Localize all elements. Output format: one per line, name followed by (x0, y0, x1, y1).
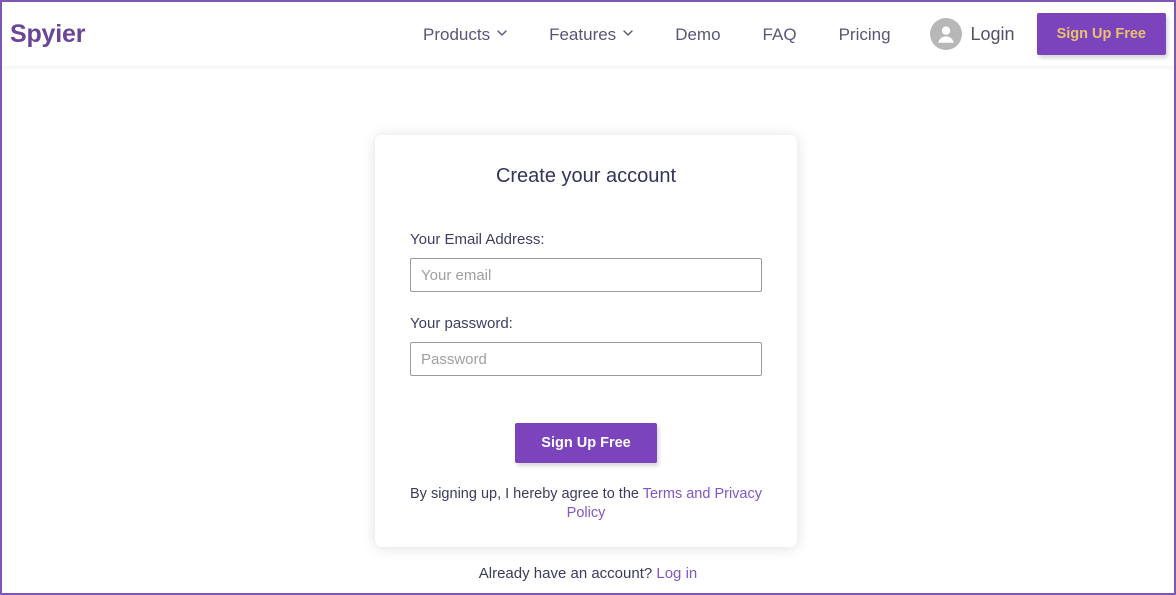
nav-item-features[interactable]: Features (528, 26, 654, 43)
email-field-group: Your Email Address: (410, 230, 762, 292)
chevron-down-icon (623, 28, 633, 38)
nav-item-pricing[interactable]: Pricing (818, 26, 912, 43)
chevron-down-icon (497, 28, 507, 38)
page-title: Create your account (495, 165, 677, 187)
existing-account-text: Already have an account? (478, 565, 657, 582)
nav-item-faq[interactable]: FAQ (742, 26, 818, 43)
login-button[interactable]: Login (929, 18, 1015, 50)
signup-submit-button[interactable]: Sign Up Free (515, 423, 657, 463)
header-signup-button[interactable]: Sign Up Free (1036, 13, 1166, 55)
login-label: Login (970, 24, 1015, 44)
password-field-group: Your password: (410, 314, 762, 376)
email-field-label: Your Email Address: (410, 231, 545, 248)
browser-viewport: Spyier Products Features Demo FAQ Pricin… (0, 0, 1176, 595)
password-input[interactable] (410, 342, 762, 376)
main-content: Create your account Your Email Address: … (2, 66, 1174, 593)
password-field-label: Your password: (410, 315, 513, 332)
site-header: Spyier Products Features Demo FAQ Pricin… (2, 2, 1174, 66)
nav-item-label: FAQ (762, 24, 797, 44)
submit-row: Sign Up Free (375, 423, 797, 463)
main-navigation: Products Features Demo FAQ Pricing (402, 2, 912, 66)
nav-item-label: Pricing (838, 24, 891, 44)
nav-item-label: Demo (675, 24, 721, 44)
brand-logo[interactable]: Spyier (10, 19, 85, 49)
signup-card: Create your account Your Email Address: … (375, 135, 797, 547)
terms-prefix-text: By signing up, I hereby agree to the (410, 486, 643, 502)
terms-notice: By signing up, I hereby agree to the Ter… (409, 485, 763, 523)
header-actions: Login Sign Up Free (929, 2, 1166, 66)
nav-item-demo[interactable]: Demo (654, 26, 741, 43)
login-link[interactable]: Log in (656, 565, 697, 582)
nav-item-label: Products (423, 24, 491, 44)
nav-item-products[interactable]: Products (402, 26, 528, 43)
user-avatar-icon (929, 18, 962, 50)
email-input[interactable] (410, 258, 762, 292)
nav-item-label: Features (549, 24, 617, 44)
existing-account-prompt: Already have an account? Log in (2, 564, 1174, 584)
